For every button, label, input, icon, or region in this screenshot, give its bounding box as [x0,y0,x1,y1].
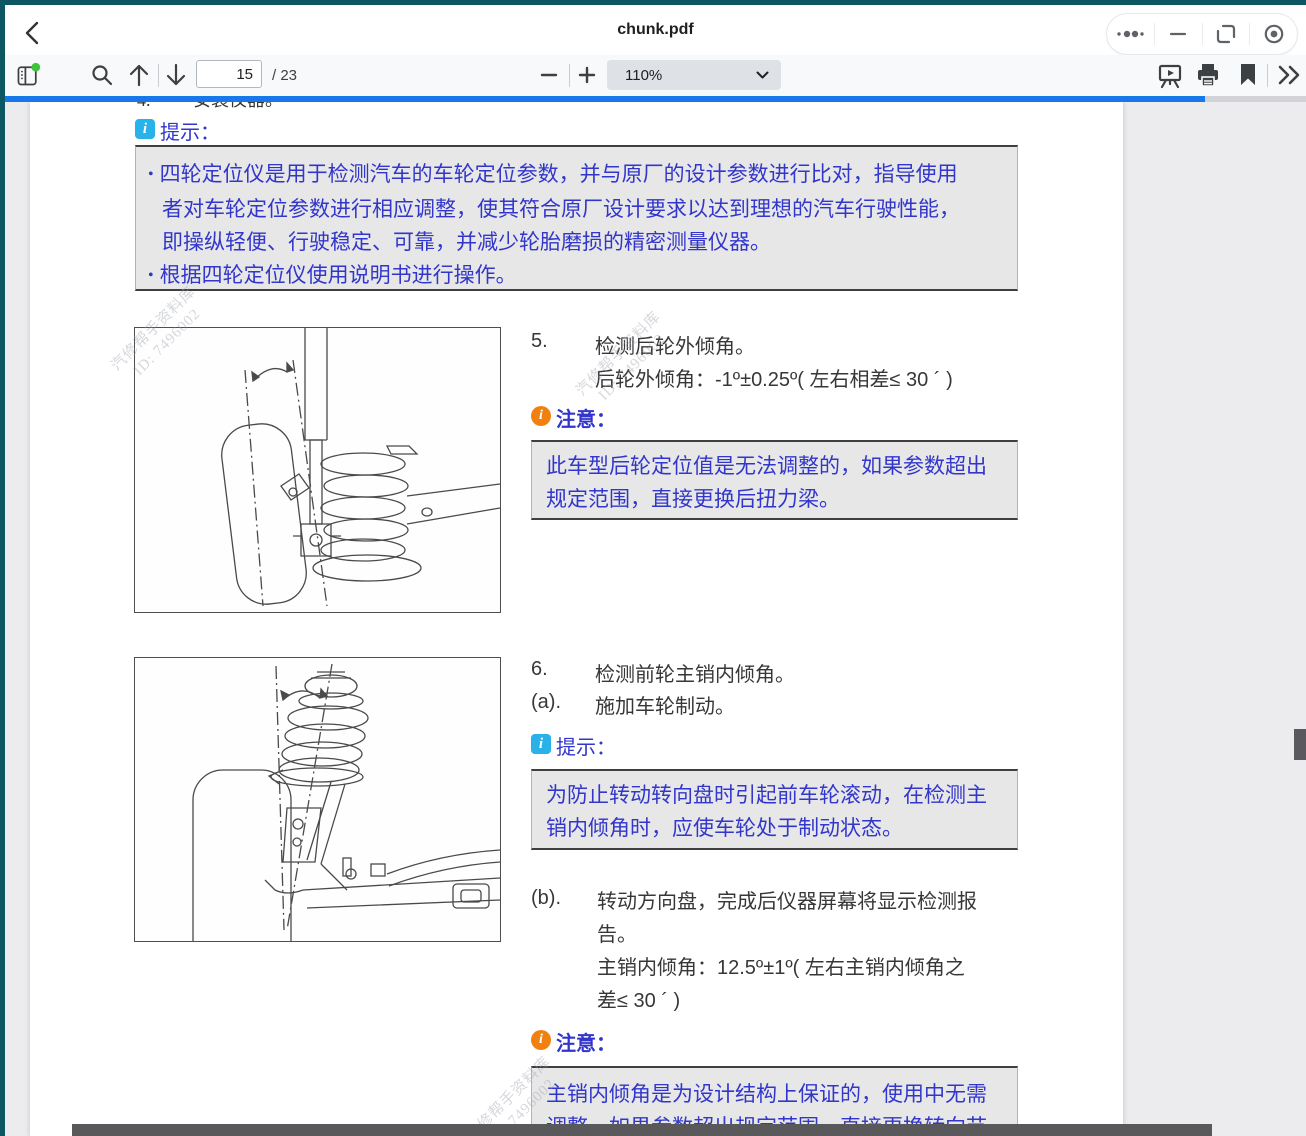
minimize-button[interactable] [1155,14,1202,54]
zoom-out-button[interactable] [536,62,562,88]
tip-info-icon [135,119,155,139]
dots-icon [1115,29,1145,39]
zoom-level-dropdown[interactable]: 110% [607,60,781,90]
tip-info-icon [531,734,551,754]
arrow-up-icon [127,62,151,88]
step6-number: 6. [531,658,548,681]
sidebar-panel-icon [15,60,41,90]
step6-title: 检测前轮主销内倾角。 [595,658,795,687]
bookmark-icon [1239,63,1257,87]
page-number-input[interactable] [196,60,262,88]
more-options-button[interactable] [1107,14,1154,54]
tip2-label: 提示： [556,731,616,760]
arrow-down-icon [164,62,188,88]
watermark: 汽修帮手资料库 ID: 7496002 [573,308,679,414]
pdf-viewport: 4. 安装仪器。 提示： 四轮定位仪是用于检测汽车的车轮定位参数，并与原厂的设计… [5,102,1306,1136]
bottom-overlay-bar [72,1124,1212,1136]
step6a-text: 施加车轮制动。 [595,690,735,719]
presentation-icon [1157,62,1183,89]
tip1-label: 提示： [160,116,220,145]
toolbar-divider [158,64,159,87]
tip1-bullet-2: 根据四轮定位仪使用说明书进行操作。 [148,259,1007,294]
notice-info-icon [531,1030,551,1050]
green-status-dot [31,63,40,72]
zoom-level-value: 110% [625,67,756,84]
clipped-step4-line: 4. 安装仪器。 [137,102,283,112]
printer-icon [1195,62,1221,88]
zoom-in-button[interactable] [574,62,600,88]
toolbar-divider [1267,64,1268,87]
tip1-box: 四轮定位仪是用于检测汽车的车轮定位参数，并与原厂的设计参数进行比对，指导使用 者… [135,145,1018,291]
step6b-number: (b). [531,887,561,910]
browser-actions-pill [1106,13,1298,55]
step5-title: 检测后轮外倾角。 [595,330,755,359]
print-button[interactable] [1195,62,1221,88]
step6a-number: (a). [531,691,561,714]
restore-window-button[interactable] [1203,14,1250,54]
step6b-text: 转动方向盘，完成后仪器屏幕将显示检测报 告。 [597,886,977,952]
pdf-page: 4. 安装仪器。 提示： 四轮定位仪是用于检测汽车的车轮定位参数，并与原厂的设计… [30,102,1123,1136]
next-page-button[interactable] [163,62,189,88]
step5-spec: 后轮外倾角：-1º±0.25º( 左右相差≤ 30 ´ ) [595,363,953,392]
pdf-toolbar: / 23 110% [5,55,1306,96]
vertical-scrollbar-thumb[interactable] [1294,729,1306,760]
minimize-icon [1169,25,1187,43]
step5-number: 5. [531,330,548,353]
step4-number: 4. [137,102,151,110]
notice1-label: 注意： [556,403,616,432]
step4-text: 安装仪器。 [193,102,283,110]
minus-icon [540,66,558,84]
target-icon [1263,23,1285,45]
bookmark-button[interactable] [1235,62,1261,88]
restore-icon [1215,23,1237,45]
titlebar: chunk.pdf [5,5,1306,55]
tip1-bullet-1: 四轮定位仪是用于检测汽车的车轮定位参数，并与原厂的设计参数进行比对，指导使用 者… [148,158,1007,259]
sidebar-toggle-button[interactable] [15,62,41,88]
previous-page-button[interactable] [126,62,152,88]
search-icon [90,63,114,87]
rear-camber-diagram [134,327,501,613]
more-tools-button[interactable] [1276,62,1302,88]
front-strut-line-art [135,658,500,941]
notice1-box: 此车型后轮定位值是无法调整的，如果参数超出 规定范围，直接更换后扭力梁。 [531,440,1018,520]
front-kingpin-diagram [134,657,501,942]
rear-suspension-line-art [135,328,500,612]
step6b-spec: 主销内倾角：12.5º±1º( 左右主销内倾角之 差≤ 30 ´ ) [597,952,965,1018]
notice-info-icon [531,406,551,426]
present-button[interactable] [1157,62,1183,88]
page-total-label: / 23 [272,55,297,96]
plus-icon [578,66,596,84]
notice2-label: 注意： [556,1027,616,1056]
double-chevron-right-icon [1276,63,1302,87]
tip2-box: 为防止转动转向盘时引起前车轮滚动，在检测主 销内倾角时，应使车轮处于制动状态。 [531,769,1018,850]
toolbar-divider [569,64,570,87]
record-target-button[interactable] [1250,14,1297,54]
chevron-down-icon [756,71,769,79]
search-button[interactable] [89,62,115,88]
